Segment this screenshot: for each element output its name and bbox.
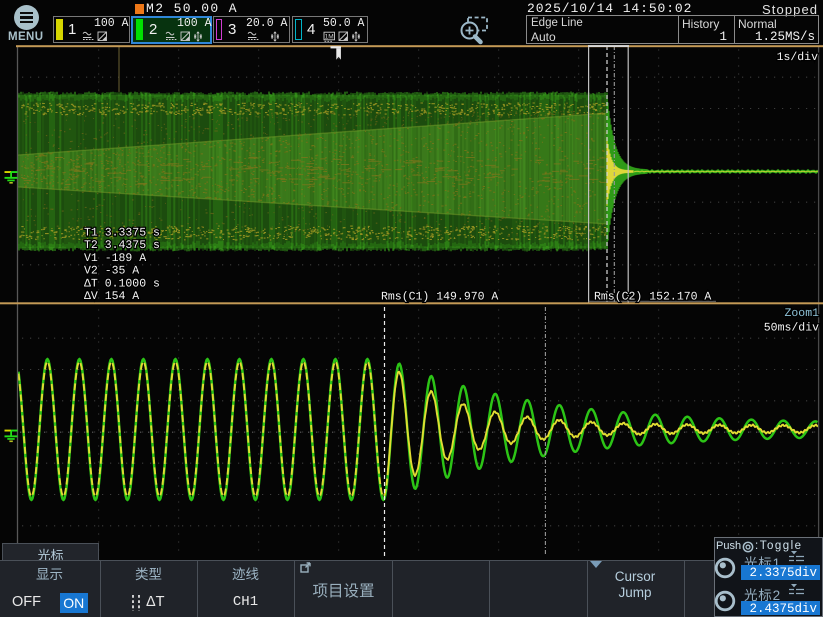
svg-text:V1 -189 A: V1 -189 A — [84, 252, 146, 265]
svg-text:1M: 1M — [325, 33, 334, 40]
svg-text:Rms(C1) 149.970 A: Rms(C1) 149.970 A — [381, 291, 498, 304]
svg-text:ΔT 0.1000 s: ΔT 0.1000 s — [84, 277, 160, 290]
svg-text:1s/div: 1s/div — [777, 51, 819, 64]
svg-text:V2 -35 A: V2 -35 A — [84, 265, 139, 278]
svg-text:Rms(C2) 152.170 A: Rms(C2) 152.170 A — [594, 291, 711, 304]
svg-text:Zoom1: Zoom1 — [784, 307, 819, 320]
svg-text:T1 3.3375 s: T1 3.3375 s — [84, 227, 160, 240]
svg-text:50ms/div: 50ms/div — [764, 322, 819, 335]
svg-text:T2 3.4375 s: T2 3.4375 s — [84, 239, 160, 252]
svg-text:ΔV 154 A: ΔV 154 A — [84, 290, 139, 303]
